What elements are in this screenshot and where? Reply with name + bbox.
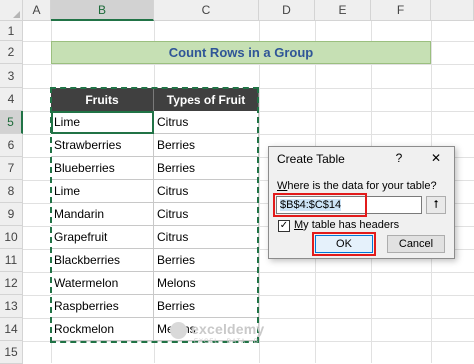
table-cell-fruit[interactable]: Strawberries	[51, 134, 154, 157]
table-cell-fruit[interactable]: Watermelon	[51, 272, 154, 295]
collapse-dialog-button[interactable]: ⭡	[426, 196, 446, 214]
row-header-15[interactable]: 15	[0, 341, 23, 364]
column-header-b[interactable]: B	[51, 0, 154, 21]
row-header-7[interactable]: 7	[0, 157, 23, 180]
cancel-button[interactable]: Cancel	[387, 235, 445, 253]
headers-checkbox-label[interactable]: My table has headers	[294, 219, 399, 231]
table-cell-fruit[interactable]: Mandarin	[51, 203, 154, 226]
gridline	[23, 341, 474, 342]
table-range-input[interactable]: $B$4:$C$14	[276, 196, 422, 214]
table-cell-type[interactable]: Berries	[154, 295, 259, 318]
row-header-8[interactable]: 8	[0, 180, 23, 203]
row-header-13[interactable]: 13	[0, 295, 23, 318]
gridline	[23, 64, 474, 65]
column-header-a[interactable]: A	[23, 0, 51, 21]
help-icon[interactable]: ?	[391, 150, 407, 166]
row-header-14[interactable]: 14	[0, 318, 23, 341]
row-header-11[interactable]: 11	[0, 249, 23, 272]
row-header-10[interactable]: 10	[0, 226, 23, 249]
row-header-1[interactable]: 1	[0, 21, 23, 41]
column-header-c[interactable]: C	[154, 0, 259, 21]
table-cell-fruit[interactable]: Lime	[51, 180, 154, 203]
table-cell-type[interactable]: Berries	[154, 157, 259, 180]
table-cell-fruit[interactable]: Blueberries	[51, 157, 154, 180]
row-header-2[interactable]: 2	[0, 41, 23, 64]
prompt-text: here is the data for your table?	[287, 180, 437, 192]
row-header-9[interactable]: 9	[0, 203, 23, 226]
table-cell-type[interactable]: Citrus	[154, 180, 259, 203]
table-cell-fruit[interactable]: Blackberries	[51, 249, 154, 272]
row-header-3[interactable]: 3	[0, 64, 23, 88]
table-cell-type[interactable]: Berries	[154, 249, 259, 272]
column-header-f[interactable]: F	[371, 0, 431, 21]
table-header-fruits[interactable]: Fruits	[51, 88, 154, 111]
range-prompt-label: Where is the data for your table?	[277, 180, 437, 192]
dialog-title: Create Table	[277, 152, 345, 166]
row-header-5[interactable]: 5	[0, 111, 23, 134]
checkbox-hotkey: M	[294, 219, 304, 231]
table-cell-fruit[interactable]: Lime	[51, 111, 154, 134]
checkbox-label-text: y table has headers	[303, 219, 400, 231]
sheet-title-cell[interactable]: Count Rows in a Group	[51, 41, 431, 64]
table-cell-type[interactable]: Citrus	[154, 203, 259, 226]
spreadsheet-grid: A B C D E F 1 2 3 4 5 6 7 8 9 10 11 12 1…	[0, 0, 474, 364]
table-cell-fruit[interactable]: Raspberries	[51, 295, 154, 318]
table-cell-type[interactable]: Citrus	[154, 226, 259, 249]
table-header-types[interactable]: Types of Fruit	[154, 88, 259, 111]
table-cell-type[interactable]: Melons	[154, 272, 259, 295]
column-header-e[interactable]: E	[315, 0, 371, 21]
table-cell-fruit[interactable]: Grapefruit	[51, 226, 154, 249]
table-cell-fruit[interactable]: Rockmelon	[51, 318, 154, 341]
row-header-4[interactable]: 4	[0, 88, 23, 111]
create-table-dialog: Create Table ? ✕ Where is the data for y…	[268, 146, 455, 259]
table-cell-type[interactable]: Citrus	[154, 111, 259, 134]
table-cell-type[interactable]: Melons	[154, 318, 259, 341]
ok-button[interactable]: OK	[315, 235, 373, 253]
prompt-hotkey: W	[277, 180, 288, 192]
column-header-d[interactable]: D	[259, 0, 315, 21]
row-header-12[interactable]: 12	[0, 272, 23, 295]
select-all-corner[interactable]	[0, 0, 23, 21]
gridline	[259, 21, 260, 363]
column-header-g[interactable]	[431, 0, 474, 21]
row-header-6[interactable]: 6	[0, 134, 23, 157]
headers-checkbox[interactable]: ✓	[278, 220, 290, 232]
close-icon[interactable]: ✕	[427, 150, 445, 166]
range-value: $B$4:$C$14	[280, 199, 342, 211]
table-cell-type[interactable]: Berries	[154, 134, 259, 157]
